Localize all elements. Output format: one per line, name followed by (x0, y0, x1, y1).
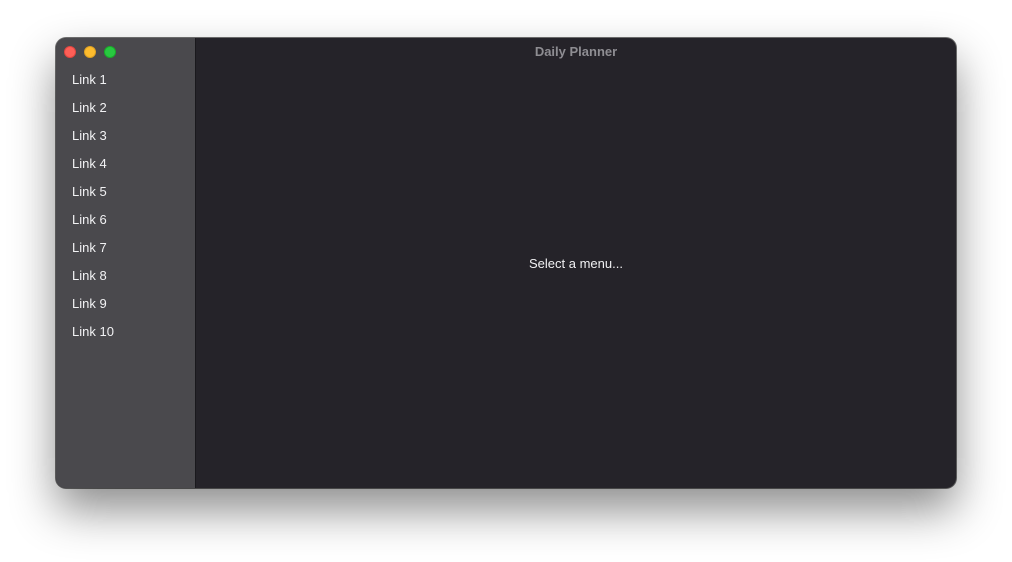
sidebar-item-link-1[interactable]: Link 1 (56, 66, 195, 94)
close-button[interactable] (64, 46, 76, 58)
sidebar-item-link-2[interactable]: Link 2 (56, 94, 195, 122)
minimize-button[interactable] (84, 46, 96, 58)
sidebar-item-link-3[interactable]: Link 3 (56, 122, 195, 150)
sidebar-item-link-9[interactable]: Link 9 (56, 290, 195, 318)
sidebar-item-link-8[interactable]: Link 8 (56, 262, 195, 290)
sidebar-item-link-7[interactable]: Link 7 (56, 234, 195, 262)
sidebar-item-link-10[interactable]: Link 10 (56, 318, 195, 346)
window-controls (64, 46, 116, 58)
sidebar-item-link-4[interactable]: Link 4 (56, 150, 195, 178)
main-content: Select a menu... (196, 66, 956, 488)
placeholder-text: Select a menu... (529, 255, 623, 271)
sidebar-nav: Link 1 Link 2 Link 3 Link 4 Link 5 Link … (56, 66, 195, 346)
sidebar-item-link-6[interactable]: Link 6 (56, 206, 195, 234)
window-title: Daily Planner (534, 44, 618, 59)
sidebar-item-link-5[interactable]: Link 5 (56, 178, 195, 206)
zoom-button[interactable] (104, 46, 116, 58)
app-window: Link 1 Link 2 Link 3 Link 4 Link 5 Link … (56, 38, 956, 488)
sidebar: Link 1 Link 2 Link 3 Link 4 Link 5 Link … (56, 38, 196, 488)
